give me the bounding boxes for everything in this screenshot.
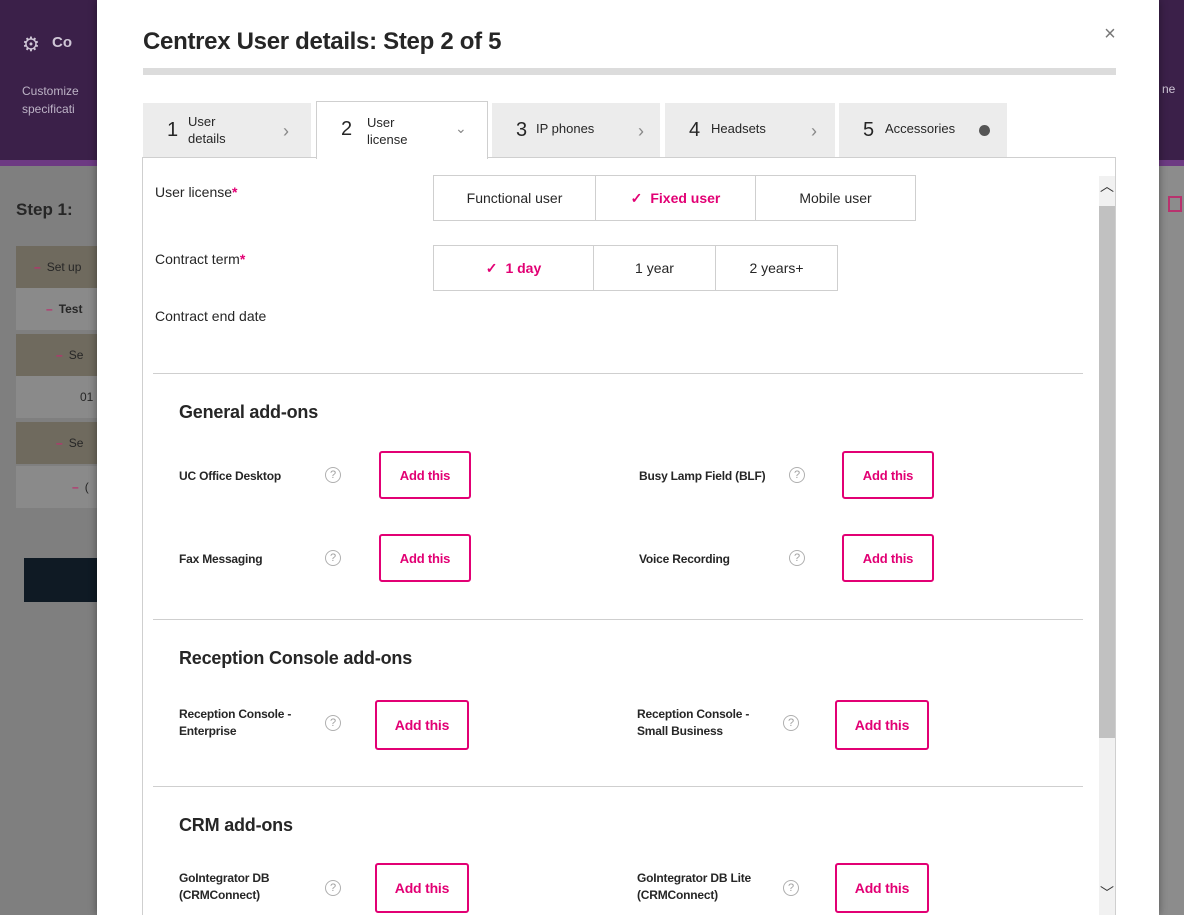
checkmark-icon: ✓ [630,189,643,206]
help-icon[interactable]: ? [325,880,341,896]
two-years-option[interactable]: 2 years+ [716,246,837,290]
help-icon[interactable]: ? [325,715,341,731]
background-step-title: Step 1: [16,200,73,219]
background-right-text: ne [1162,82,1176,96]
help-icon[interactable]: ? [789,467,805,483]
add-reception-enterprise-button[interactable]: Add this [375,700,469,750]
add-fax-messaging-button[interactable]: Add this [379,534,471,582]
background-row: – Se [16,334,100,376]
chevron-down-icon[interactable]: ﹀ [1099,883,1115,903]
addon-gointegrator-db-lite: GoIntegrator DB Lite (CRMConnect) [637,871,752,902]
chevron-right-icon: › [283,121,289,141]
checkmark-icon: ✓ [485,259,498,276]
add-uc-office-desktop-button[interactable]: Add this [379,451,471,499]
contract-term-selector: ✓ 1 day 1 year 2 years+ [433,245,838,291]
save-icon [1168,196,1182,212]
background-row: – Test [16,288,100,330]
addon-voice-recording: Voice Recording [639,552,730,566]
step-tabs: 1 User details › 2 User license ⌄ 3 IP pho… [143,101,1063,159]
chevron-down-icon: ⌄ [455,120,467,136]
help-icon[interactable]: ? [789,550,805,566]
functional-user-option[interactable]: Functional user [434,176,596,220]
one-day-option[interactable]: ✓ 1 day [434,246,594,290]
addon-reception-small-business: Reception Console - Small Business [637,707,750,738]
contract-end-date-label: Contract end date [155,308,267,324]
add-voice-recording-button[interactable]: Add this [842,534,934,582]
addon-reception-enterprise: Reception Console - Enterprise [179,707,292,738]
addon-gointegrator-db: GoIntegrator DB (CRMConnect) [179,871,270,902]
background-subtitle: Customize specificati [22,84,79,116]
background-row: – Set up [16,246,100,288]
user-license-selector: Functional user ✓ Fixed user Mobile user [433,175,916,221]
status-dot-icon [979,125,990,136]
tab-headsets[interactable]: 4 Headsets › [665,103,835,159]
step-content: ︿ ﹀ User license* Functional user ✓ Fixed… [142,157,1116,915]
add-gointegrator-db-button[interactable]: Add this [375,863,469,913]
tab-accessories[interactable]: 5 Accessories [839,103,1007,159]
user-license-label: User license* [155,184,238,200]
section-divider [153,786,1083,787]
fixed-user-option[interactable]: ✓ Fixed user [596,176,756,220]
add-reception-small-business-button[interactable]: Add this [835,700,929,750]
chevron-right-icon: › [638,121,644,141]
section-divider [153,373,1083,374]
user-details-dialog: Centrex User details: Step 2 of 5 × 1 Us… [97,0,1159,915]
help-icon[interactable]: ? [783,880,799,896]
mobile-user-option[interactable]: Mobile user [756,176,915,220]
help-icon[interactable]: ? [325,467,341,483]
addon-fax-messaging: Fax Messaging [179,552,263,566]
one-year-option[interactable]: 1 year [594,246,716,290]
chevron-right-icon: › [811,121,817,141]
reception-addons-title: Reception Console add-ons [179,648,413,668]
help-icon[interactable]: ? [325,550,341,566]
close-button[interactable]: × [1100,24,1120,44]
background-button [24,558,100,602]
general-addons-title: General add-ons [179,402,319,422]
background-right-panel [1158,166,1184,915]
help-icon[interactable]: ? [783,715,799,731]
background-title: Co [52,34,72,51]
chevron-up-icon[interactable]: ︿ [1099,176,1115,196]
gear-icon: ⚙ [22,34,40,56]
scrollbar-thumb[interactable] [1099,206,1115,738]
background-row: –( [16,466,100,508]
contract-term-label: Contract term* [155,251,246,267]
add-busy-lamp-field-button[interactable]: Add this [842,451,934,499]
addon-uc-office-desktop: UC Office Desktop [179,469,281,483]
crm-addons-title: CRM add-ons [179,815,293,835]
add-gointegrator-db-lite-button[interactable]: Add this [835,863,929,913]
background-row: – Se [16,422,100,464]
addon-busy-lamp-field: Busy Lamp Field (BLF) [639,469,766,483]
section-divider [153,619,1083,620]
dialog-title: Centrex User details: Step 2 of 5 [143,28,502,55]
background-row: 01 [16,376,100,418]
tab-ip-phones[interactable]: 3 IP phones › [492,103,660,159]
tab-user-details[interactable]: 1 User details › [143,103,311,159]
tab-user-license[interactable]: 2 User license ⌄ [316,101,488,159]
title-divider [143,68,1116,75]
